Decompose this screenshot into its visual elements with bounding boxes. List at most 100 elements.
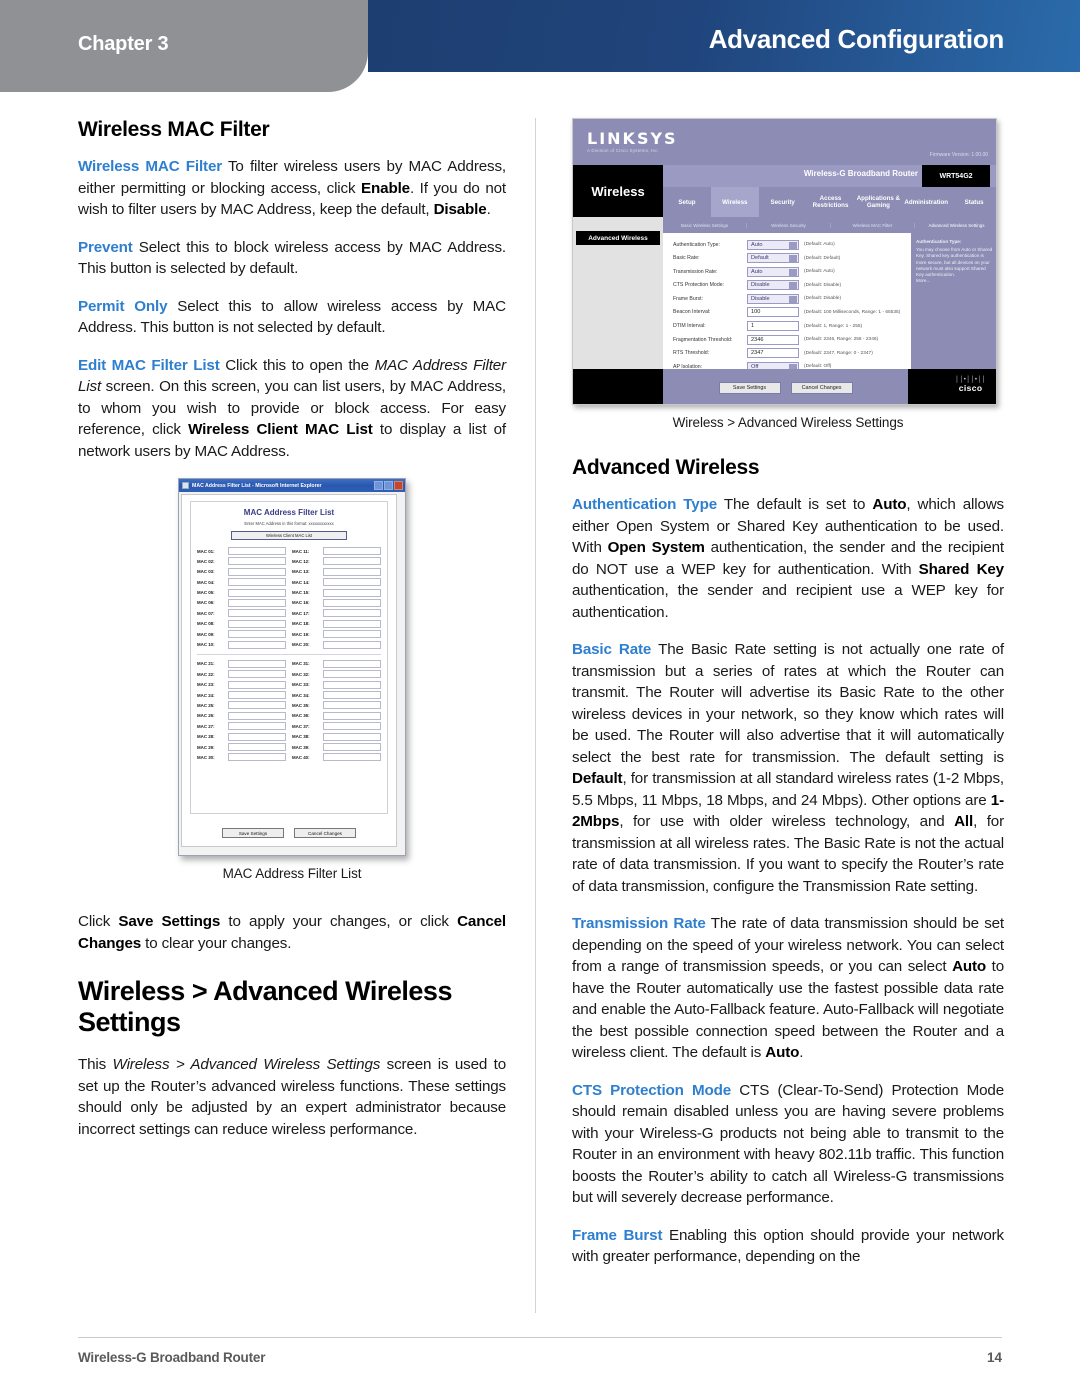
mac-address-input[interactable] bbox=[228, 691, 286, 700]
mac-address-input[interactable] bbox=[323, 701, 381, 710]
mac-address-input[interactable] bbox=[228, 619, 286, 628]
router-tab-status[interactable]: Status bbox=[950, 199, 996, 206]
setting-hint: (Default: 100 Milliseconds, Range: 1 - 6… bbox=[804, 309, 901, 315]
mac-field-label: MAC 17: bbox=[292, 610, 310, 616]
mac-address-input[interactable] bbox=[228, 701, 286, 710]
router-subtab-wireless-security[interactable]: Wireless Security bbox=[747, 222, 831, 228]
router-tab-wireless[interactable]: Wireless bbox=[710, 187, 759, 217]
mac-address-input[interactable] bbox=[323, 640, 381, 649]
mac-field-row: MAC 33: bbox=[292, 680, 381, 689]
setting-input-dtim-interval[interactable]: 1 bbox=[747, 321, 799, 332]
advanced-wireless-settings-screenshot: LINKSYS A Division of Cisco Systems, Inc… bbox=[572, 118, 997, 405]
section-heading-advanced-wireless-settings: Wireless > Advanced Wireless Settings bbox=[78, 976, 452, 1037]
setting-select-cts-protection-mode[interactable]: Disable bbox=[747, 280, 799, 291]
text: authentication, the sender and recipient… bbox=[572, 582, 1004, 621]
mac-address-input[interactable] bbox=[323, 680, 381, 689]
mac-address-input[interactable] bbox=[323, 732, 381, 741]
text: CTS (Clear-To-Send) Protection Mode shou… bbox=[572, 1081, 1004, 1207]
wireless-client-mac-list-button[interactable]: Wireless Client MAC List bbox=[231, 531, 347, 540]
mac-field-row: MAC 03: bbox=[197, 567, 286, 576]
mac-address-input[interactable] bbox=[228, 670, 286, 679]
cancel-changes-button[interactable]: Cancel Changes bbox=[294, 828, 356, 838]
mac-address-input[interactable] bbox=[228, 680, 286, 689]
mac-field-row: MAC 36: bbox=[292, 711, 381, 720]
router-tab-applications-gaming[interactable]: Applications & Gaming bbox=[854, 195, 902, 209]
mac-address-input[interactable] bbox=[228, 598, 286, 607]
save-settings-button[interactable]: Save Settings bbox=[222, 828, 284, 838]
router-footer: Save Settings Cancel Changes ││•││•││ ci… bbox=[573, 369, 996, 404]
mac-address-input[interactable] bbox=[323, 722, 381, 731]
router-tab-setup[interactable]: Setup bbox=[663, 199, 711, 206]
mac-address-filter-list-screenshot: MAC Address Filter List - Microsoft Inte… bbox=[178, 478, 406, 856]
mac-address-input[interactable] bbox=[323, 670, 381, 679]
mac-address-input[interactable] bbox=[323, 630, 381, 639]
document-page: Chapter 3 Advanced Configuration Wireles… bbox=[0, 0, 1080, 1397]
mac-address-input[interactable] bbox=[323, 588, 381, 597]
mac-address-input[interactable] bbox=[228, 640, 286, 649]
mac-field-row: MAC 30: bbox=[197, 753, 286, 762]
setting-select-frame-burst[interactable]: Disable bbox=[747, 293, 799, 304]
router-section-title: Wireless bbox=[573, 165, 663, 217]
help-more-link[interactable]: More... bbox=[916, 278, 993, 284]
mac-address-input[interactable] bbox=[228, 753, 286, 762]
mac-address-input[interactable] bbox=[323, 659, 381, 668]
router-subtab-wireless-mac-filter[interactable]: Wireless MAC Filter bbox=[831, 222, 915, 228]
mac-address-input[interactable] bbox=[323, 753, 381, 762]
mac-address-input[interactable] bbox=[228, 659, 286, 668]
mac-address-input[interactable] bbox=[323, 743, 381, 752]
nav-item-advanced-wireless[interactable]: Advanced Wireless bbox=[576, 231, 660, 245]
paragraph-authentication-type: Authentication Type The default is set t… bbox=[572, 494, 1004, 623]
mac-address-input[interactable] bbox=[228, 609, 286, 618]
mac-field-row: MAC 29: bbox=[197, 743, 286, 752]
text: . bbox=[486, 201, 491, 218]
setting-select-transmission-rate[interactable]: Auto bbox=[747, 266, 799, 277]
mac-address-input[interactable] bbox=[228, 557, 286, 566]
mac-address-input[interactable] bbox=[228, 567, 286, 576]
router-left-nav: Advanced Wireless bbox=[573, 217, 663, 369]
mac-address-input[interactable] bbox=[228, 588, 286, 597]
mac-address-input[interactable] bbox=[323, 691, 381, 700]
mac-field-label: MAC 39: bbox=[292, 744, 310, 750]
mac-address-input[interactable] bbox=[323, 567, 381, 576]
save-settings-button[interactable]: Save Settings bbox=[718, 381, 781, 394]
browser-icon bbox=[182, 482, 189, 489]
cancel-changes-button[interactable]: Cancel Changes bbox=[790, 381, 853, 394]
mac-address-input[interactable] bbox=[228, 743, 286, 752]
mac-field-label: MAC 23: bbox=[197, 682, 215, 688]
mac-address-input[interactable] bbox=[228, 722, 286, 731]
setting-select-authentication-type[interactable]: Auto bbox=[747, 239, 799, 250]
setting-select-basic-rate[interactable]: Default bbox=[747, 253, 799, 264]
mac-field-label: MAC 01: bbox=[197, 548, 215, 554]
mac-address-input[interactable] bbox=[323, 619, 381, 628]
mac-field-row: MAC 34: bbox=[292, 691, 381, 700]
mac-address-input[interactable] bbox=[323, 711, 381, 720]
mac-field-label: MAC 29: bbox=[197, 744, 215, 750]
maximize-icon[interactable] bbox=[384, 481, 393, 490]
router-tab-access-restrictions[interactable]: Access Restrictions bbox=[807, 195, 855, 209]
mac-address-input[interactable] bbox=[323, 547, 381, 555]
mac-address-input[interactable] bbox=[228, 711, 286, 720]
mac-address-input[interactable] bbox=[228, 630, 286, 639]
setting-input-beacon-interval[interactable]: 100 bbox=[747, 307, 799, 318]
mac-address-input[interactable] bbox=[228, 547, 286, 555]
setting-input-rts-threshold[interactable]: 2347 bbox=[747, 348, 799, 359]
linksys-logo: LINKSYS bbox=[587, 129, 678, 148]
mac-address-input[interactable] bbox=[323, 609, 381, 618]
router-subtab-advanced-wireless-settings[interactable]: Advanced Wireless Settings bbox=[915, 223, 996, 228]
router-subtab-basic-wireless-settings[interactable]: Basic Wireless Settings bbox=[663, 222, 747, 228]
paragraph-advanced-wireless-intro: This Wireless > Advanced Wireless Settin… bbox=[78, 1054, 506, 1140]
mac-fields-column-right: MAC 11: MAC 12: MAC 13: MAC 14: MAC 15: MAC 1… bbox=[292, 547, 381, 651]
mac-address-input[interactable] bbox=[228, 578, 286, 587]
router-tab-security[interactable]: Security bbox=[759, 199, 807, 206]
mac-field-label: MAC 05: bbox=[197, 590, 215, 596]
mac-address-input[interactable] bbox=[228, 732, 286, 741]
mac-address-input[interactable] bbox=[323, 578, 381, 587]
mac-address-input[interactable] bbox=[323, 557, 381, 566]
setting-input-fragmentation-threshold[interactable]: 2346 bbox=[747, 334, 799, 345]
header-title: Advanced Configuration bbox=[708, 24, 1005, 54]
close-icon[interactable] bbox=[394, 481, 403, 490]
term-edit-mac-filter-list: Edit MAC Filter List bbox=[78, 356, 220, 374]
mac-address-input[interactable] bbox=[323, 598, 381, 607]
router-tab-administration[interactable]: Administration bbox=[902, 199, 950, 206]
minimize-icon[interactable] bbox=[374, 481, 383, 490]
